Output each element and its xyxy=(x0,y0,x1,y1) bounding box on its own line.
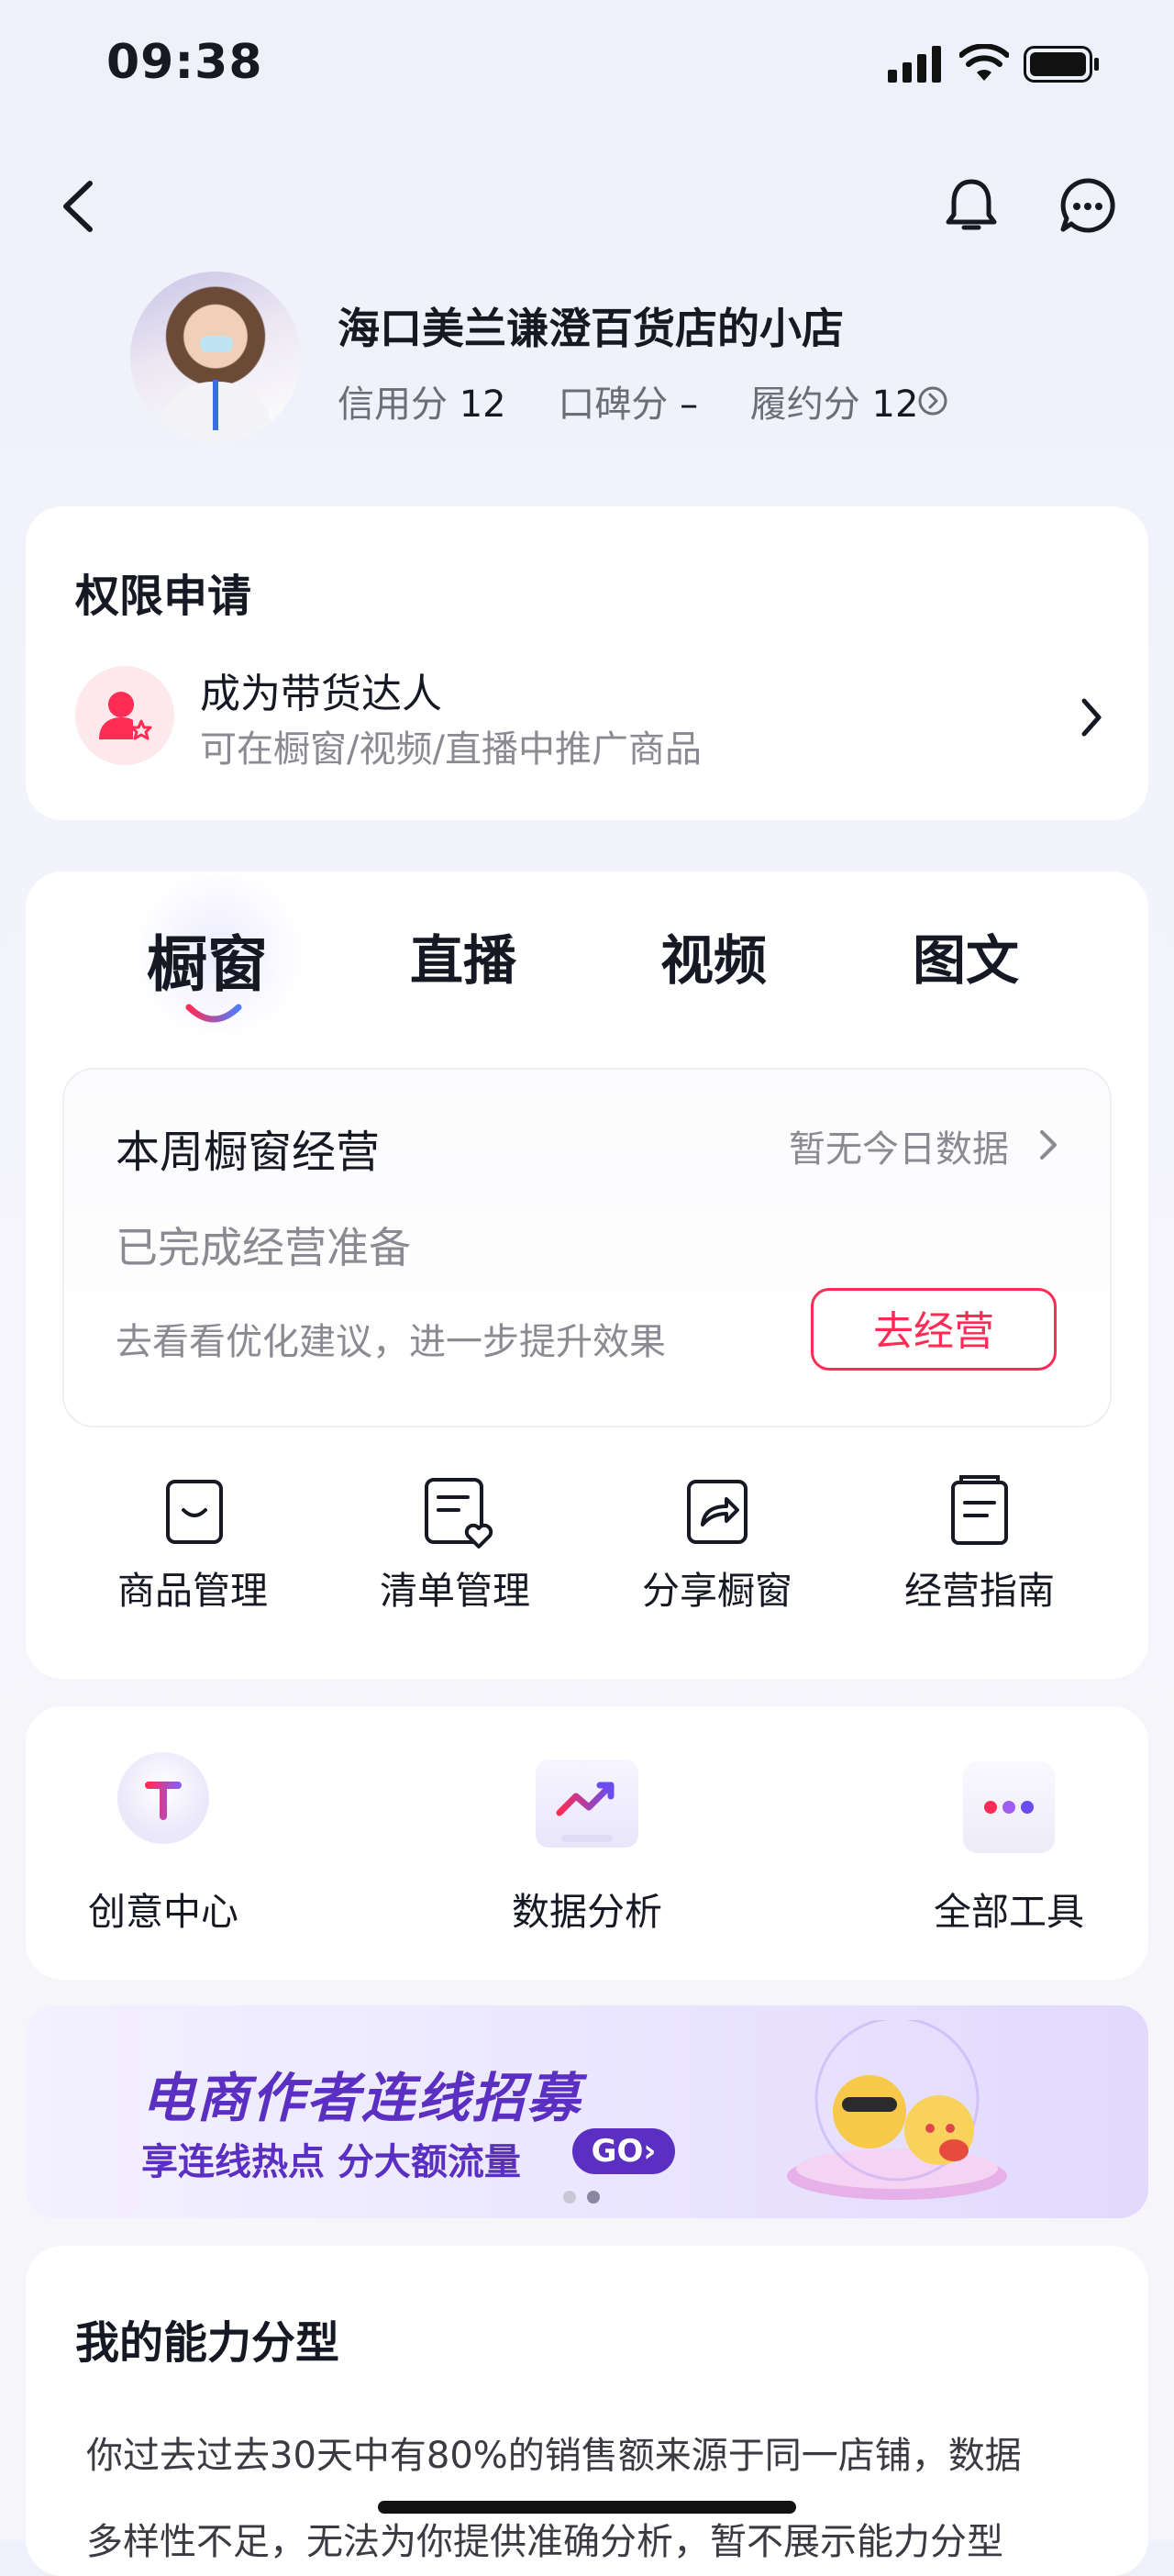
shop-name: 海口美兰谦澄百货店的小店 xyxy=(338,304,844,353)
tool-business-guide[interactable]: 经营指南 xyxy=(879,1560,1080,1615)
weekly-status: 已完成经营准备 xyxy=(116,1223,411,1272)
fulfillment-value: 12 xyxy=(871,383,919,426)
tab-graphic[interactable]: 图文 xyxy=(913,917,1019,994)
tool-all-tools[interactable]: 全部工具 xyxy=(890,1881,1128,1936)
tool-data-analysis[interactable]: 数据分析 xyxy=(468,1881,706,1936)
permission-card: 权限申请 成为带货达人 可在橱窗/视频/直播中推广商品 xyxy=(26,506,1148,820)
ability-title: 我的能力分型 xyxy=(75,2317,340,2369)
tab-video[interactable]: 视频 xyxy=(660,917,767,994)
reputation-label: 口碑分 xyxy=(558,383,669,426)
share-icon xyxy=(686,1479,748,1549)
back-icon[interactable] xyxy=(55,176,101,237)
carousel-dot-active xyxy=(587,2191,600,2204)
tool-list-manage[interactable]: 清单管理 xyxy=(354,1560,556,1615)
chevron-right-icon xyxy=(1081,698,1102,737)
battery-icon xyxy=(1024,46,1099,83)
reputation-value: – xyxy=(680,383,699,426)
go-manage-button[interactable]: 去经营 xyxy=(811,1288,1057,1371)
tab-showcase[interactable]: 橱窗 xyxy=(147,916,268,1004)
recruit-banner[interactable]: 电商作者连线招募 享连线热点 分大额流量 GO› xyxy=(26,2005,1148,2218)
creative-t-icon xyxy=(117,1752,209,1844)
weekly-title: 本周橱窗经营 xyxy=(116,1127,381,1178)
weekly-suggestion: 去看看优化建议，进一步提升效果 xyxy=(116,1321,666,1363)
data-chart-icon xyxy=(536,1760,638,1848)
list-heart-icon xyxy=(424,1477,497,1554)
no-data-link[interactable]: 暂无今日数据 xyxy=(789,1119,1009,1172)
message-icon[interactable] xyxy=(1058,176,1117,235)
ability-text-line2: 多样性不足，无法为你提供准确分析，暂不展示能力分型 xyxy=(86,2521,1003,2563)
tools-card: 创意中心 数据分析 全部工具 xyxy=(26,1706,1148,1980)
signal-icon xyxy=(888,46,941,83)
banner-subtitle: 享连线热点 分大额流量 xyxy=(141,2141,521,2183)
carousel-dot xyxy=(563,2191,576,2204)
promoter-desc: 可在橱窗/视频/直播中推广商品 xyxy=(200,728,702,771)
all-tools-dots-icon xyxy=(963,1761,1055,1853)
banner-title: 电商作者连线招募 xyxy=(141,2067,582,2129)
chevron-right-icon xyxy=(1040,1130,1057,1160)
guide-book-icon xyxy=(950,1473,1009,1550)
wifi-icon xyxy=(959,44,1009,81)
ability-text-line1: 你过去过去30天中有80%的销售额来源于同一店铺，数据 xyxy=(86,2435,1022,2477)
permission-title: 权限申请 xyxy=(75,571,252,622)
tool-creative-center[interactable]: 创意中心 xyxy=(44,1881,282,1936)
avatar[interactable] xyxy=(130,272,301,442)
tool-product-manage[interactable]: 商品管理 xyxy=(92,1560,294,1615)
tab-live[interactable]: 直播 xyxy=(410,917,516,994)
credit-value: 12 xyxy=(459,383,506,426)
credit-label: 信用分 xyxy=(338,383,448,426)
banner-go-button[interactable]: GO› xyxy=(572,2128,675,2174)
score-row[interactable]: 信用分 12 口碑分 – 履约分 12 xyxy=(338,374,918,427)
become-promoter-item[interactable]: 成为带货达人 可在橱窗/视频/直播中推广商品 xyxy=(26,644,1148,791)
active-tab-indicator xyxy=(185,1004,242,1023)
bell-icon[interactable] xyxy=(945,176,998,235)
product-box-icon xyxy=(165,1479,224,1549)
promoter-icon xyxy=(75,666,174,765)
promoter-title: 成为带货达人 xyxy=(200,671,442,717)
mascot-illustration xyxy=(787,2020,1007,2200)
home-indicator xyxy=(378,2501,796,2514)
tool-share-showcase[interactable]: 分享橱窗 xyxy=(616,1560,818,1615)
score-detail-icon[interactable] xyxy=(917,385,948,416)
status-time: 09:38 xyxy=(106,35,263,90)
ability-card: 我的能力分型 你过去过去30天中有80%的销售额来源于同一店铺，数据 多样性不足… xyxy=(26,2246,1148,2576)
weekly-panel: 本周橱窗经营 暂无今日数据 已完成经营准备 去看看优化建议，进一步提升效果 去经… xyxy=(62,1068,1112,1427)
fulfillment-label: 履约分 xyxy=(749,383,860,426)
